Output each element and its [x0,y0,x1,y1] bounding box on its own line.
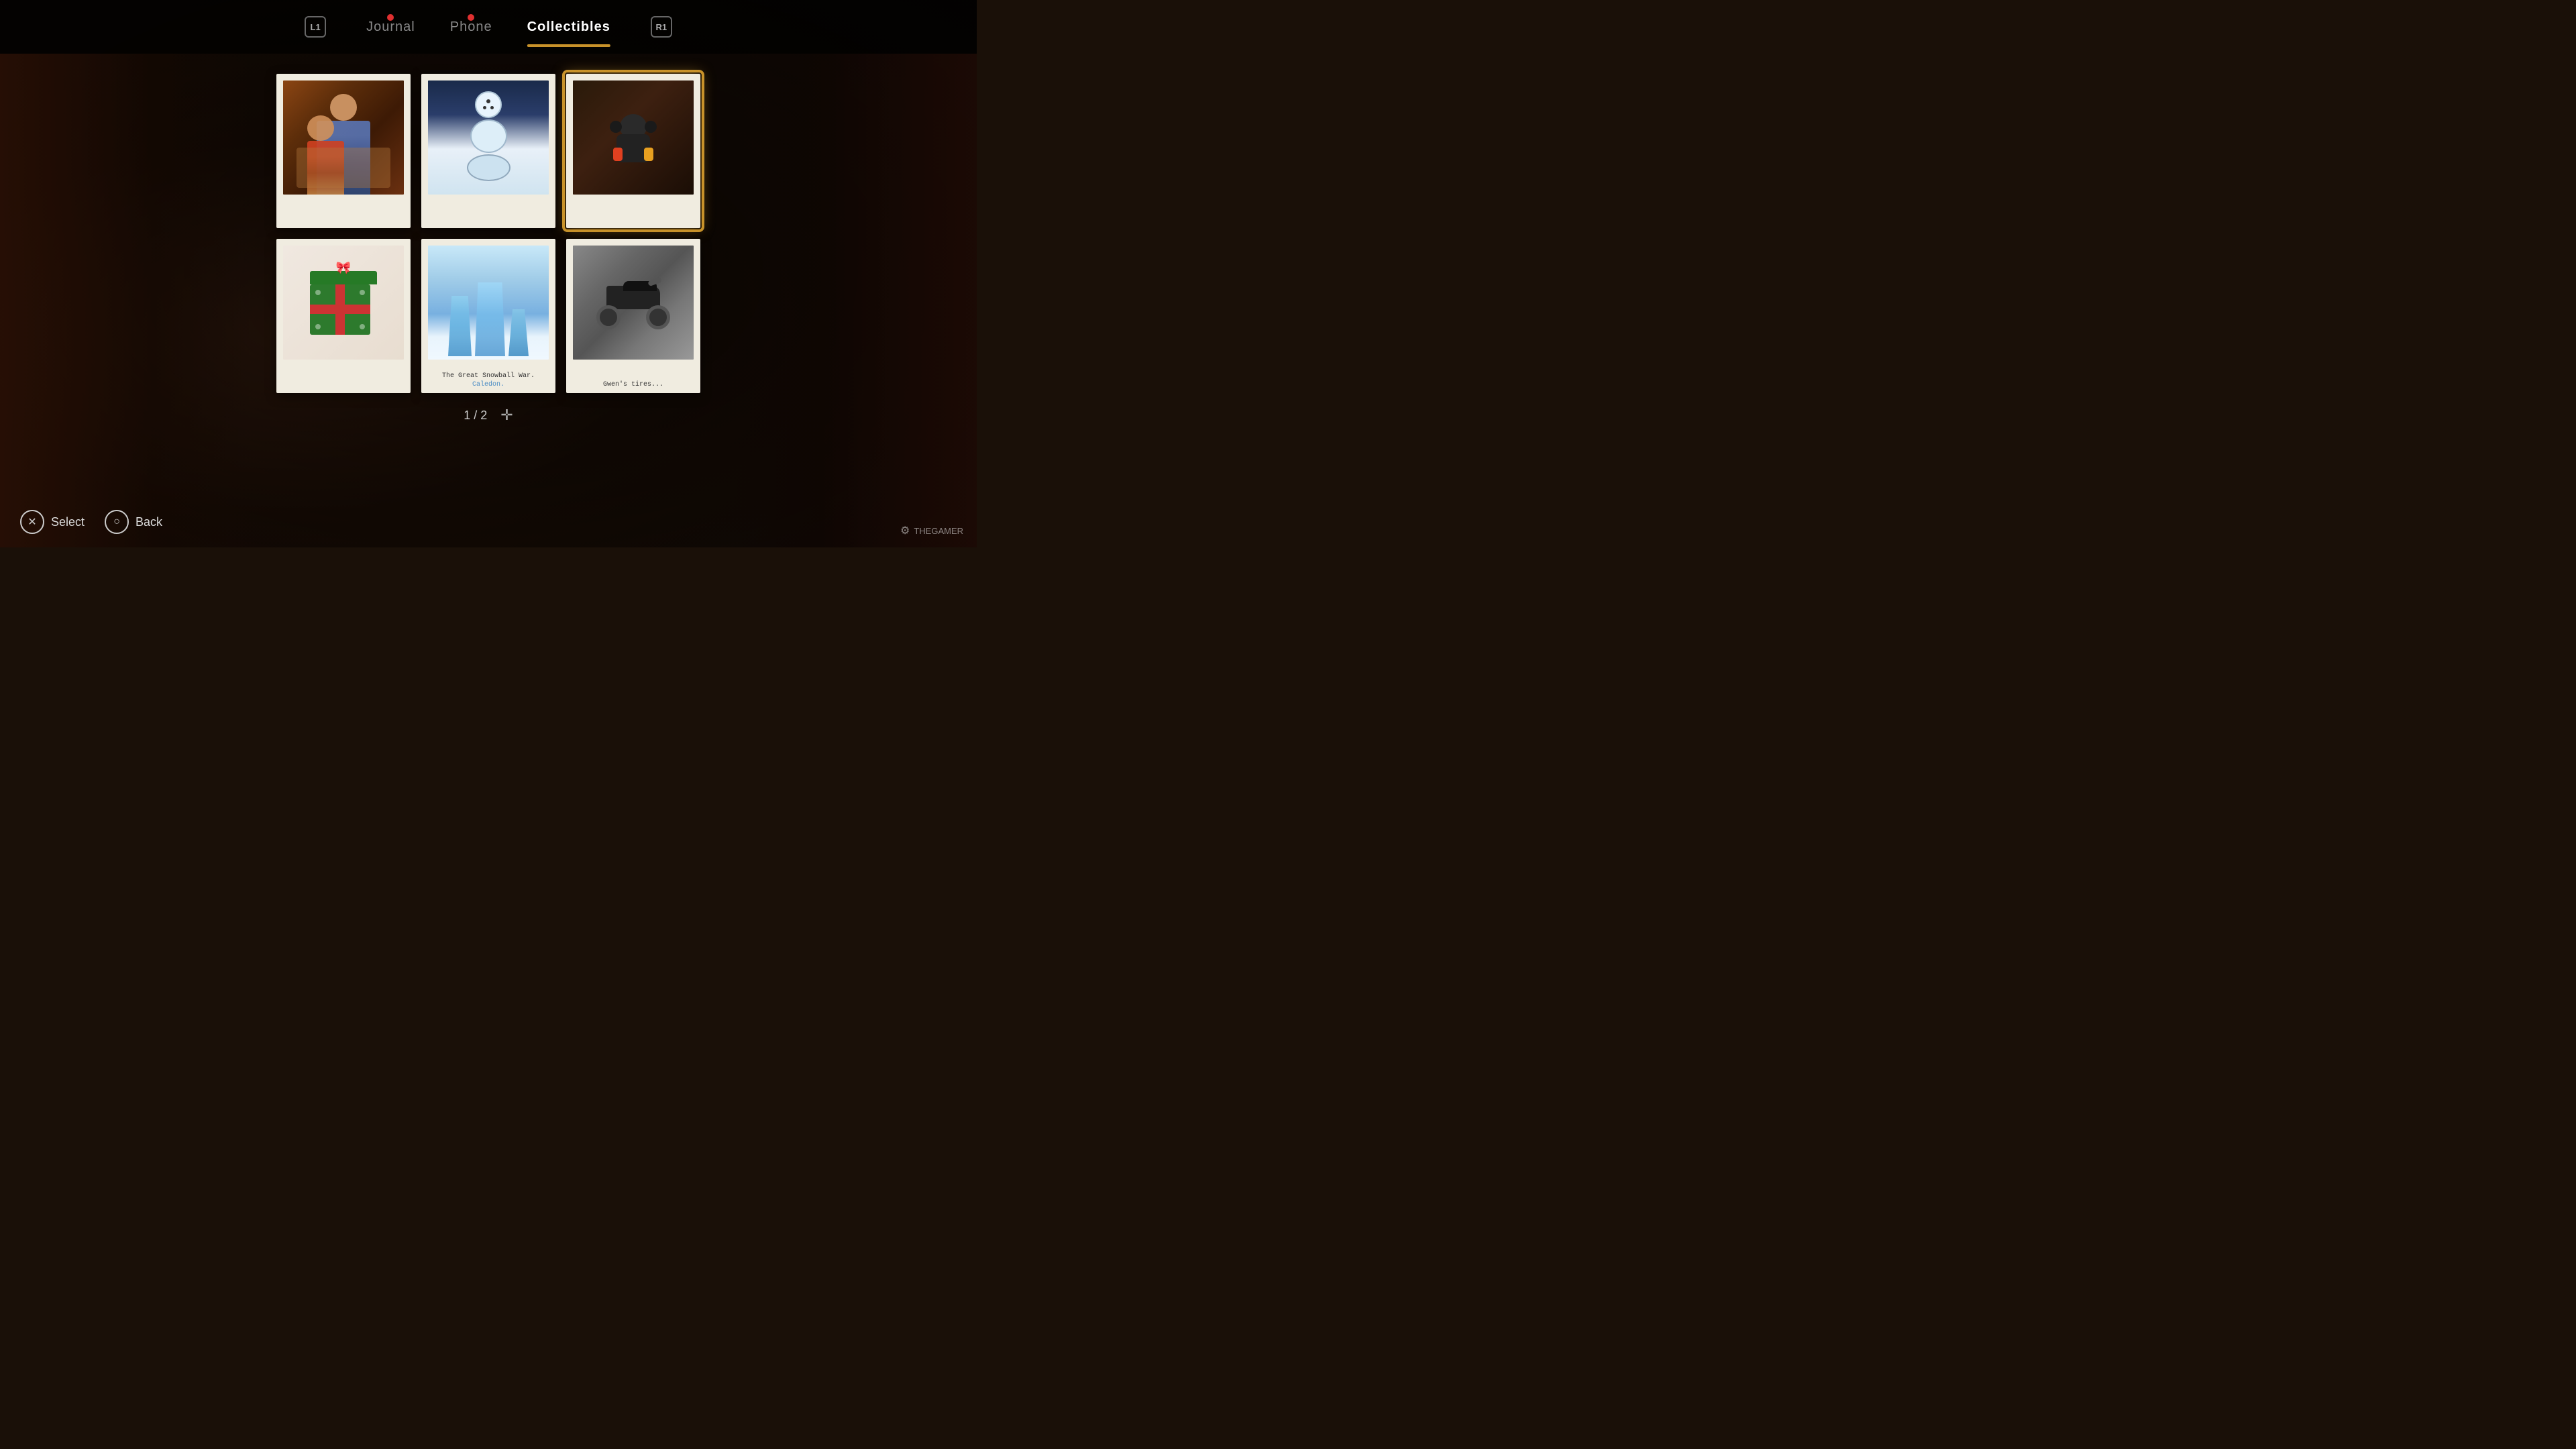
select-control[interactable]: ✕ Select [20,510,85,534]
l1-button[interactable]: L1 [305,16,326,38]
watermark-text: THEGAMER [914,526,963,536]
r1-button[interactable]: R1 [651,16,672,38]
tab-collectibles[interactable]: Collectibles [527,19,610,35]
collectible-item-5[interactable]: The Great Snowball War. Caledon. [421,239,555,393]
journal-badge [387,14,394,21]
phone-tab-label: Phone [450,19,492,35]
snowman-figure [467,91,511,181]
back-control[interactable]: ○ Back [105,510,162,534]
caption-5: The Great Snowball War. Caledon. [421,372,555,389]
caption-6: Gwen's tires... [566,380,700,389]
tab-journal[interactable]: Journal [366,19,415,35]
journal-tab-label: Journal [366,19,415,35]
snowman-image [428,80,549,195]
collectible-item-1[interactable] [276,74,411,228]
snowman-middle [470,119,507,153]
gift-wrapper: 🎀 [310,271,377,335]
nav-tabs: Journal Phone Collectibles [366,19,610,35]
tires-image [573,246,694,360]
main-content: 🎀 [0,54,977,547]
watermark-icon: ⚙ [900,524,910,537]
dpad-icon: ✛ [500,407,513,424]
collectible-image-1 [283,80,404,195]
select-label: Select [51,515,85,529]
bottom-controls: ✕ Select ○ Back [20,510,162,534]
phone-badge [468,14,474,21]
watermark: ⚙ THEGAMER [900,524,963,537]
snowball-image [428,246,549,360]
pagination: 1 / 2 ✛ [464,407,513,424]
nav-bar: L1 Journal Phone Collectibles R1 [0,0,977,54]
page-display: 1 / 2 [464,409,487,423]
circle-button: ○ [105,510,129,534]
collectible-item-2[interactable] [421,74,555,228]
collectible-image-2 [428,80,549,195]
collectibles-tab-label: Collectibles [527,19,610,35]
tab-phone[interactable]: Phone [450,19,492,35]
collectible-image-5 [428,246,549,360]
collectible-item-6[interactable]: Gwen's tires... [566,239,700,393]
gift-image: 🎀 [283,246,404,360]
gift-box [310,284,370,335]
collectibles-grid: 🎀 [276,74,700,393]
cafe-image [283,80,404,195]
collectible-image-6 [573,246,694,360]
x-button: ✕ [20,510,44,534]
collectible-image-3 [573,80,694,195]
snowman-base [467,154,511,181]
snowman-head [475,91,502,118]
back-label: Back [136,515,162,529]
toy-image [573,80,694,195]
collectible-item-3[interactable] [566,74,700,228]
collectible-item-4[interactable]: 🎀 [276,239,411,393]
collectible-image-4: 🎀 [283,246,404,360]
